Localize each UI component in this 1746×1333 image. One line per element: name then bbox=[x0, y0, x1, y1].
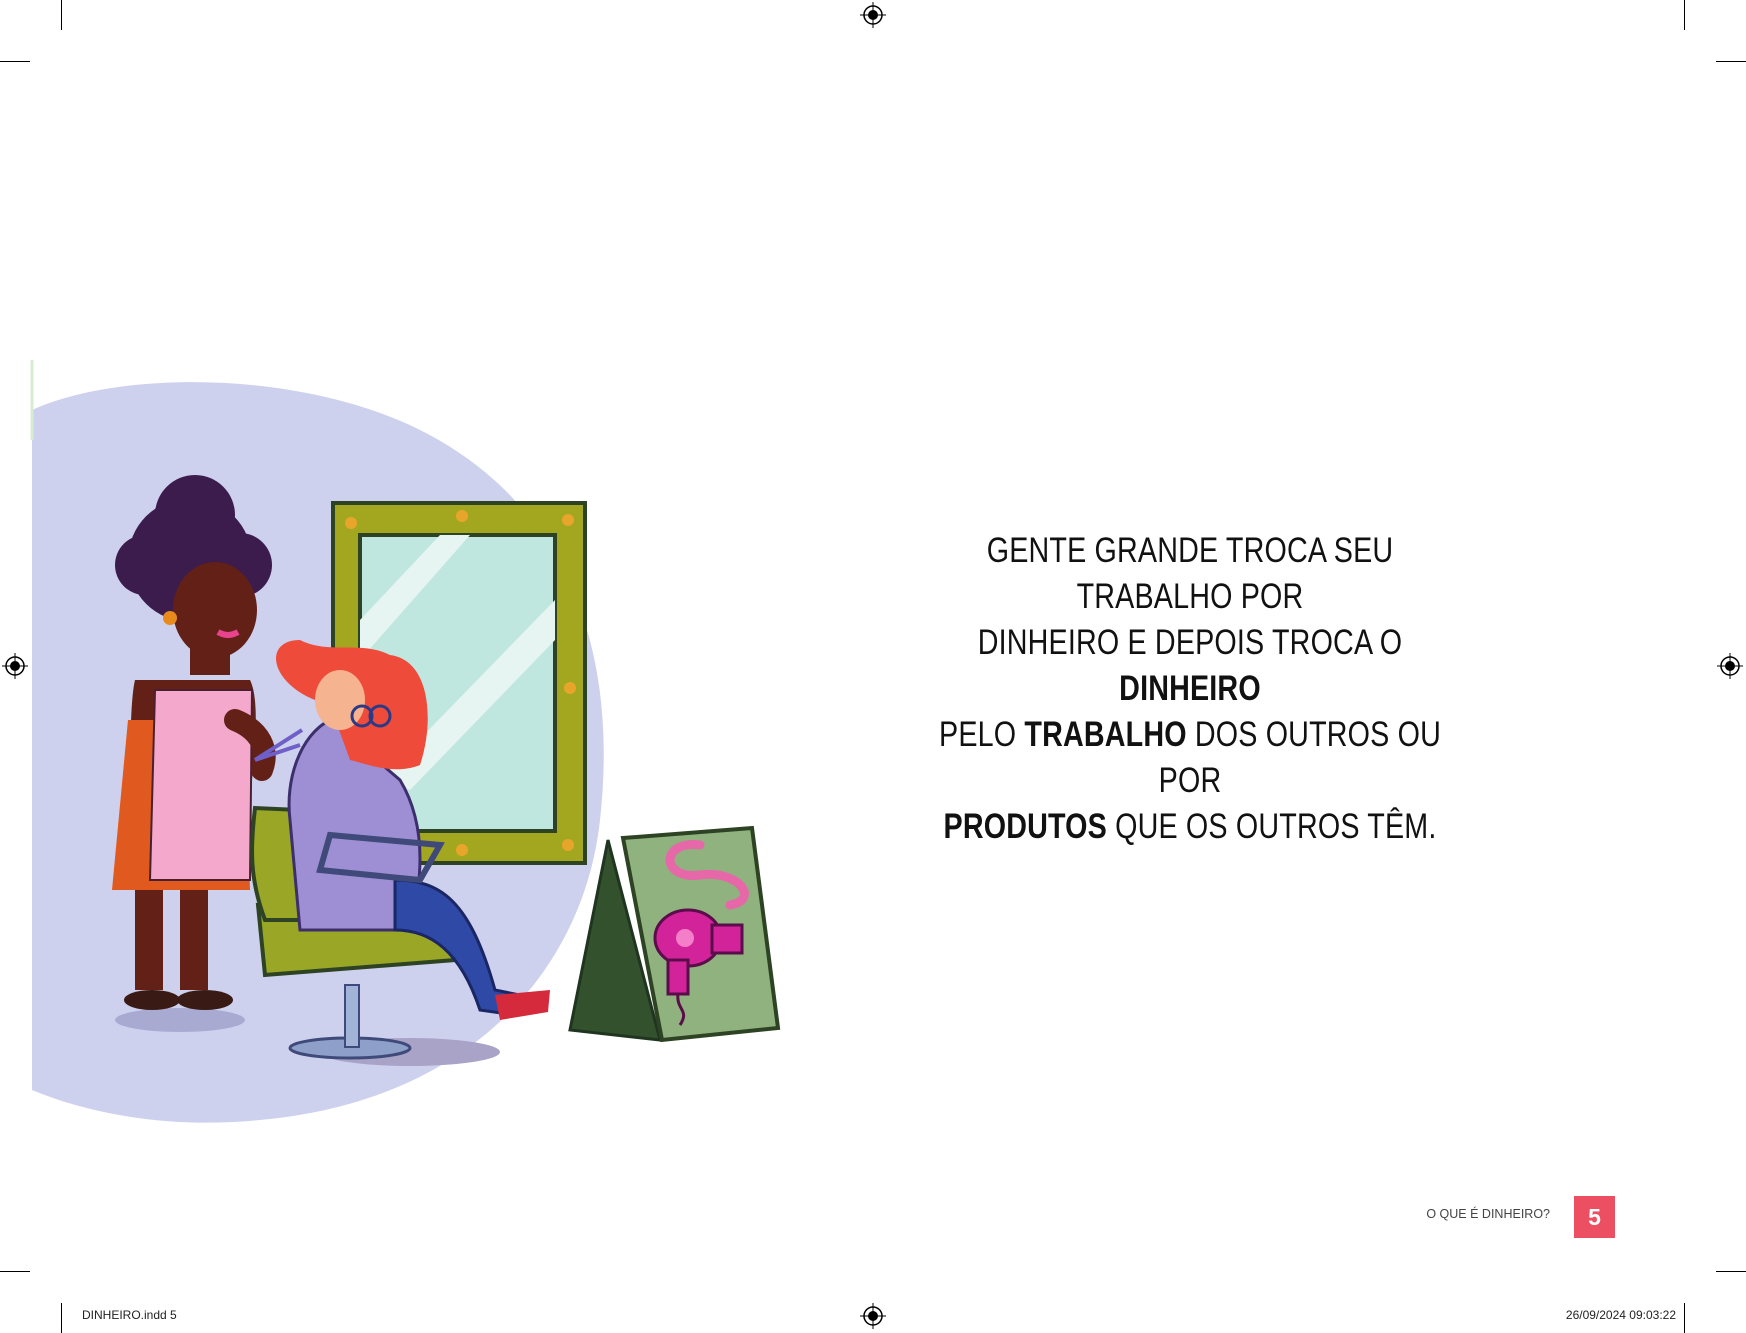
crop-mark bbox=[1716, 1271, 1746, 1272]
text-line-4: PRODUTOS QUE OS OUTROS TÊM. bbox=[928, 804, 1453, 850]
crop-mark bbox=[1684, 0, 1685, 30]
registration-mark-icon bbox=[1717, 653, 1743, 679]
crop-mark bbox=[0, 1271, 30, 1272]
text-line-1: GENTE GRANDE TROCA SEU TRABALHO POR bbox=[986, 531, 1394, 616]
crop-mark bbox=[61, 0, 62, 30]
crop-mark bbox=[1716, 61, 1746, 62]
text-line-2-emphasis: DINHEIRO bbox=[1119, 669, 1261, 708]
page-number-badge: 5 bbox=[1574, 1196, 1615, 1238]
text-line-3-part-c: DOS OUTROS OU POR bbox=[1158, 715, 1441, 800]
text-line-2-part-a: DINHEIRO E DEPOIS TROCA O bbox=[977, 623, 1403, 662]
text-line-3-part-a: PELO bbox=[939, 715, 1025, 754]
crop-mark bbox=[1684, 1303, 1685, 1333]
text-line-2: DINHEIRO E DEPOIS TROCA O DINHEIRO bbox=[928, 620, 1453, 712]
main-paragraph: GENTE GRANDE TROCA SEU TRABALHO POR DINH… bbox=[928, 528, 1453, 850]
registration-mark-icon bbox=[860, 2, 886, 28]
running-footer-title: O QUE É DINHEIRO? bbox=[1426, 1207, 1550, 1221]
text-line-3-emphasis: TRABALHO bbox=[1024, 715, 1187, 754]
salon-sign bbox=[568, 825, 781, 1043]
hairdresser-illustration bbox=[30, 360, 781, 1123]
text-line-3: PELO TRABALHO DOS OUTROS OU POR bbox=[928, 712, 1453, 804]
crop-mark bbox=[61, 1303, 62, 1333]
registration-mark-icon bbox=[860, 1303, 886, 1329]
slug-datetime: 26/09/2024 09:03:22 bbox=[1565, 1308, 1676, 1322]
text-line-4-emphasis: PRODUTOS bbox=[943, 807, 1107, 846]
crop-mark bbox=[0, 61, 30, 62]
slug-file-name: DINHEIRO.indd 5 bbox=[82, 1308, 177, 1322]
text-line-4-part-b: QUE OS OUTROS TÊM. bbox=[1106, 807, 1437, 846]
